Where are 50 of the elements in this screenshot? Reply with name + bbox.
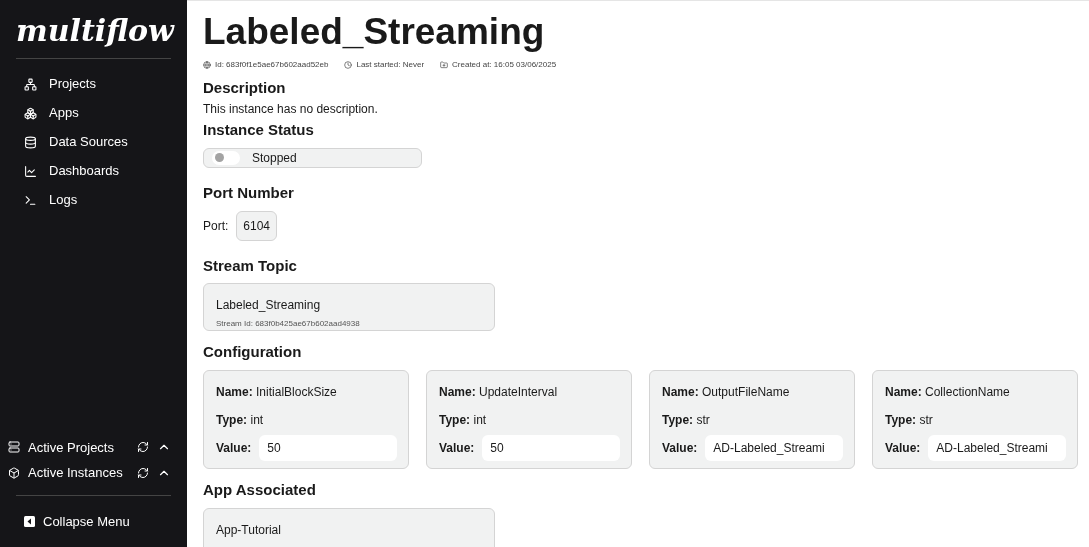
refresh-icon[interactable]: [137, 466, 149, 479]
status-label: Stopped: [252, 149, 297, 167]
stream-name: Labeled_Streaming: [216, 297, 322, 315]
section-heading: Configuration: [203, 343, 303, 362]
port-label: Port:: [203, 217, 229, 235]
section-label[interactable]: Active Projects: [28, 437, 129, 457]
config-type: Type: int: [216, 412, 265, 429]
config-name: Name: CollectionName: [885, 384, 1011, 401]
value-field[interactable]: AD-Labeled_Streami: [705, 435, 844, 461]
nav-item[interactable]: Projects: [24, 74, 171, 94]
section-heading: Port Number: [203, 183, 295, 203]
clock-icon: [344, 61, 353, 70]
section-heading: Instance Status: [203, 121, 315, 140]
value-label: Value:: [885, 440, 921, 457]
value-field[interactable]: 50: [482, 435, 621, 461]
port-value: 6104: [236, 210, 278, 241]
section-heading: Stream Topic: [203, 256, 298, 276]
nav-item[interactable]: Apps: [24, 103, 171, 123]
folder-icon: [440, 61, 449, 70]
config-type: Type: str: [885, 412, 934, 429]
stream-id: Stream Id: 683f0b425ae67b602aad4938: [216, 318, 361, 331]
section-heading: App Associated: [203, 481, 317, 500]
collapse-menu-button[interactable]: Collapse Menu: [16, 495, 171, 547]
value-label: Value:: [216, 440, 252, 457]
meta-text: Last started: Never: [356, 59, 425, 72]
app-name: App-Tutorial: [216, 521, 282, 539]
section-label[interactable]: Active Instances: [28, 463, 129, 483]
config-name: Name: OutputFileName: [662, 384, 791, 401]
config-type: Type: str: [662, 412, 711, 429]
value-label: Value:: [439, 440, 475, 457]
nav-item[interactable]: Logs: [24, 190, 171, 210]
meta-text: Created at: 16:05 03/06/2025: [452, 59, 557, 72]
nav-item[interactable]: Dashboards: [24, 161, 171, 181]
value-field[interactable]: AD-Labeled_Streami: [928, 435, 1067, 461]
meta-text: Id: 683f0f1e5ae67b602aad52eb: [215, 59, 329, 72]
refresh-icon[interactable]: [137, 441, 149, 454]
collapse-icon: [24, 515, 35, 527]
config-name: Name: UpdateInterval: [439, 384, 559, 401]
description-text: This instance has no description.: [203, 101, 379, 118]
cube-icon: [8, 466, 20, 479]
toggle-switch[interactable]: [212, 150, 240, 165]
value-field[interactable]: 50: [259, 435, 398, 461]
config-name: Name: InitialBlockSize: [216, 384, 338, 401]
config-type: Type: int: [439, 412, 488, 429]
section-heading: Description: [203, 79, 287, 98]
server-icon: [8, 441, 20, 454]
value-label: Value:: [662, 440, 698, 457]
globe-icon: [203, 61, 211, 70]
nav-item[interactable]: Data Sources: [24, 132, 171, 152]
page-title: Labeled_Streaming: [203, 10, 546, 54]
